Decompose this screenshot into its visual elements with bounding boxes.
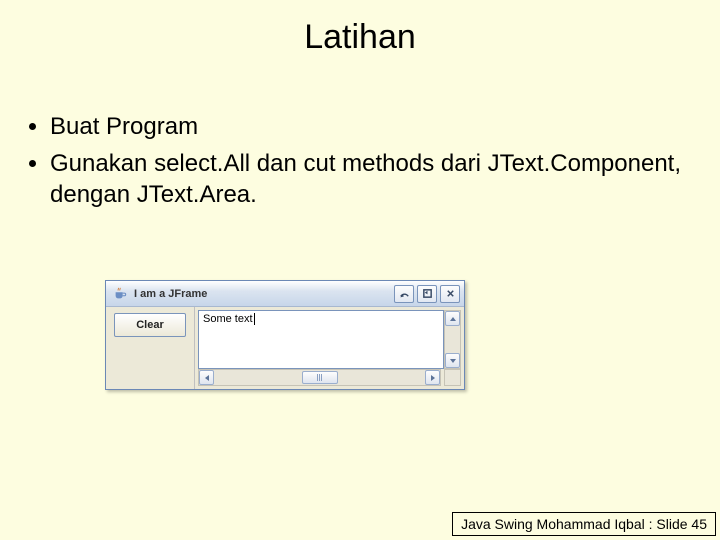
horizontal-scrollbar[interactable] [198,369,441,386]
slide-footer: Java Swing Mohammad Iqbal : Slide 45 [452,512,716,536]
window-title: I am a JFrame [134,288,394,300]
titlebar[interactable]: I am a JFrame [106,281,464,307]
java-icon [112,286,128,302]
scroll-up-button[interactable] [445,311,460,326]
scroll-down-button[interactable] [445,353,460,368]
bullet-list: Buat Program Gunakan select.All dan cut … [0,81,720,211]
textarea[interactable]: Some text [198,310,444,369]
jframe-window: I am a JFrame Clear Some text [105,280,465,390]
textarea-text: Some text [203,313,253,325]
slide-title: Latihan [0,0,720,57]
scroll-right-button[interactable] [425,370,440,385]
bullet-item: Gunakan select.All dan cut methods dari … [50,148,690,210]
scrollbar-thumb[interactable] [302,371,338,384]
clear-button[interactable]: Clear [114,313,186,337]
scrollbar-corner [444,369,461,386]
textarea-container: Some text [194,307,464,389]
scroll-left-button[interactable] [199,370,214,385]
minimize-button[interactable] [394,285,414,303]
bullet-item: Buat Program [50,111,690,142]
text-caret [254,313,255,325]
maximize-button[interactable] [417,285,437,303]
close-button[interactable] [440,285,460,303]
vertical-scrollbar[interactable] [444,310,461,369]
left-panel: Clear [106,307,194,389]
